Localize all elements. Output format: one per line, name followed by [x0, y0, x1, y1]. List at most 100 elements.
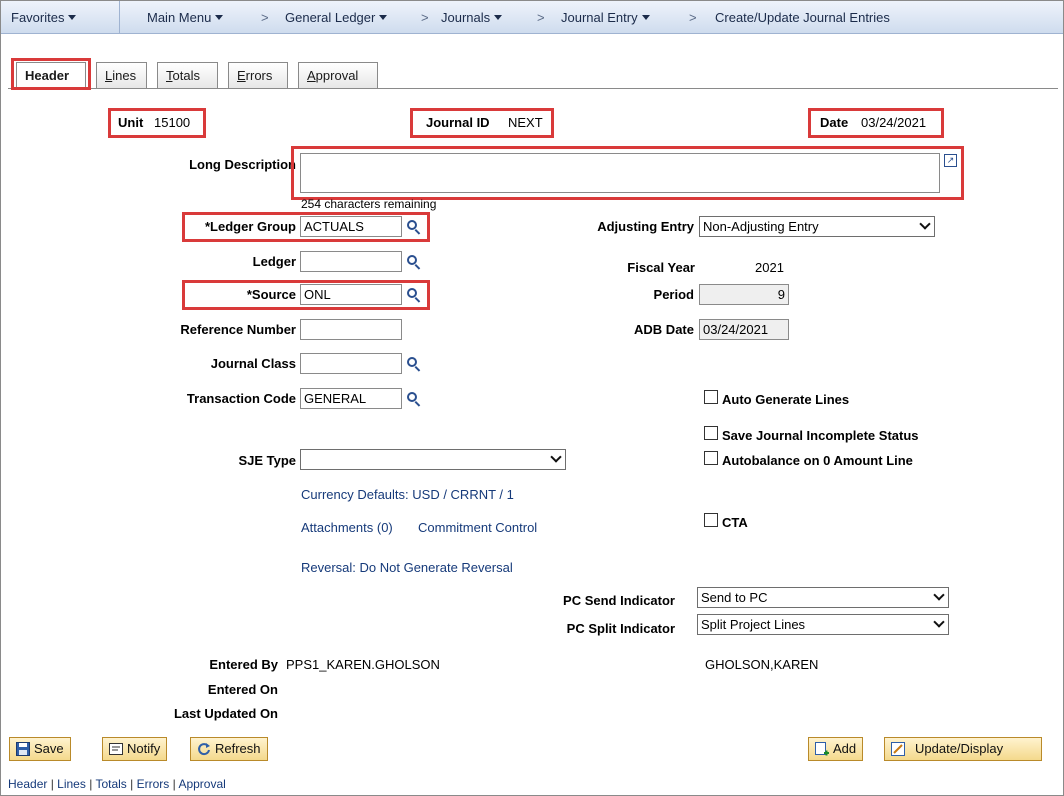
source-field[interactable]: ONL: [300, 284, 402, 305]
highlight-box: [11, 58, 91, 90]
ledger-group-field[interactable]: ACTUALS: [300, 216, 402, 237]
add-icon: [815, 742, 829, 756]
pc-send-indicator-select[interactable]: Send to PC: [697, 587, 949, 608]
entered-by-name: GHOLSON,KAREN: [705, 657, 819, 672]
nav-favorites[interactable]: Favorites: [11, 10, 77, 25]
adjusting-entry-select[interactable]: Non-Adjusting Entry: [699, 216, 935, 237]
nav-journals[interactable]: Journals: [441, 10, 503, 25]
reference-number-label: Reference Number: [180, 322, 296, 337]
update-display-button[interactable]: Update/Display: [884, 737, 1042, 761]
save-incomplete-checkbox[interactable]: [704, 426, 718, 440]
footer-link-totals[interactable]: Totals: [95, 777, 126, 791]
entered-by-value: PPS1_KAREN.GHOLSON: [286, 657, 440, 672]
date-label: Date: [820, 115, 849, 130]
ledger-label: Ledger: [252, 254, 296, 269]
chevron-down-icon: [933, 616, 945, 628]
chevron-down-icon: [550, 451, 562, 463]
nav-bar: Favorites Main Menu > General Ledger > J…: [1, 1, 1063, 34]
notify-button[interactable]: Notify: [102, 737, 168, 761]
nav-chevron: >: [421, 10, 429, 25]
nav-chevron: >: [689, 10, 697, 25]
chevron-down-icon: [68, 15, 77, 20]
autobalance-checkbox[interactable]: [704, 451, 718, 465]
add-button[interactable]: Add: [808, 737, 864, 761]
period-label: Period: [653, 287, 694, 302]
nav-chevron: >: [261, 10, 269, 25]
save-button[interactable]: Save: [9, 737, 71, 761]
search-icon[interactable]: [406, 391, 422, 407]
tab-errors[interactable]: Errors: [228, 62, 288, 88]
entered-on-label: Entered On: [207, 682, 278, 697]
tab-baseline: [8, 88, 1058, 89]
reversal-link[interactable]: Reversal: Do Not Generate Reversal: [301, 560, 513, 575]
nav-general-ledger[interactable]: General Ledger: [285, 10, 388, 25]
last-updated-label: Last Updated On: [173, 706, 278, 721]
source-label: *Source: [246, 287, 296, 302]
nav-journal-entry[interactable]: Journal Entry: [561, 10, 650, 25]
pc-send-indicator-label: PC Send Indicator: [563, 593, 675, 608]
nav-chevron: >: [537, 10, 545, 25]
tab-totals[interactable]: Totals: [157, 62, 218, 88]
chars-remaining: 254 characters remaining: [301, 197, 437, 211]
period-field: 9: [699, 284, 789, 305]
sje-type-label: SJE Type: [238, 453, 296, 468]
date-value: 03/24/2021: [861, 115, 927, 130]
journal-id-value: NEXT: [508, 115, 543, 130]
footer-link-header[interactable]: Header: [8, 777, 47, 791]
adjusting-entry-label: Adjusting Entry: [597, 219, 694, 234]
nav-main-menu[interactable]: Main Menu: [147, 10, 224, 25]
search-icon[interactable]: [406, 254, 422, 270]
nav-current-page: Create/Update Journal Entries: [715, 10, 890, 25]
refresh-icon: [197, 742, 211, 756]
footer-tab-links: Header | Lines | Totals | Errors | Appro…: [8, 777, 226, 791]
search-icon[interactable]: [406, 287, 422, 303]
currency-defaults-link[interactable]: Currency Defaults: USD / CRRNT / 1: [301, 487, 514, 502]
footer-link-approval[interactable]: Approval: [178, 777, 225, 791]
chevron-down-icon: [379, 15, 388, 20]
update-display-icon: [891, 742, 905, 756]
search-icon[interactable]: [406, 219, 422, 235]
chevron-down-icon: [494, 15, 503, 20]
sje-type-select[interactable]: [300, 449, 566, 470]
cta-checkbox[interactable]: [704, 513, 718, 527]
chevron-down-icon: [215, 15, 224, 20]
refresh-button[interactable]: Refresh: [190, 737, 268, 761]
entered-by-label: Entered By: [209, 657, 278, 672]
save-incomplete-label: Save Journal Incomplete Status: [722, 428, 919, 443]
chevron-down-icon: [641, 15, 650, 20]
reference-number-field[interactable]: [300, 319, 402, 340]
floppy-disk-icon: [16, 742, 30, 756]
nav-divider: [119, 1, 120, 34]
transaction-code-field[interactable]: GENERAL: [300, 388, 402, 409]
auto-generate-lines-checkbox[interactable]: [704, 390, 718, 404]
attachments-link[interactable]: Attachments (0): [301, 520, 393, 535]
adb-date-label: ADB Date: [634, 322, 694, 337]
journal-id-label: Journal ID: [426, 115, 490, 130]
pc-split-indicator-label: PC Split Indicator: [566, 621, 675, 636]
notify-icon: [109, 742, 123, 756]
search-icon[interactable]: [406, 356, 422, 372]
tab-approval[interactable]: Approval: [298, 62, 378, 88]
ledger-group-label: *Ledger Group: [204, 219, 296, 234]
ledger-field[interactable]: [300, 251, 402, 272]
adb-date-field: 03/24/2021: [699, 319, 789, 340]
journal-class-field[interactable]: [300, 353, 402, 374]
chevron-down-icon: [919, 218, 931, 230]
auto-generate-lines-label: Auto Generate Lines: [722, 392, 850, 407]
chevron-down-icon: [933, 589, 945, 601]
footer-link-lines[interactable]: Lines: [57, 777, 86, 791]
unit-value: 15100: [154, 115, 191, 130]
tab-lines[interactable]: Lines: [96, 62, 147, 88]
highlight-box: [291, 146, 964, 200]
commitment-control-link[interactable]: Commitment Control: [418, 520, 537, 535]
autobalance-label: Autobalance on 0 Amount Line: [722, 453, 913, 468]
journal-class-label: Journal Class: [210, 356, 296, 371]
long-description-label: Long Description: [189, 157, 296, 172]
pc-split-indicator-select[interactable]: Split Project Lines: [697, 614, 949, 635]
fiscal-year-label: Fiscal Year: [627, 260, 695, 275]
unit-label: Unit: [118, 115, 144, 130]
fiscal-year-value: 2021: [755, 260, 784, 275]
cta-label: CTA: [722, 515, 748, 530]
footer-link-errors[interactable]: Errors: [137, 777, 170, 791]
transaction-code-label: Transaction Code: [186, 391, 296, 406]
